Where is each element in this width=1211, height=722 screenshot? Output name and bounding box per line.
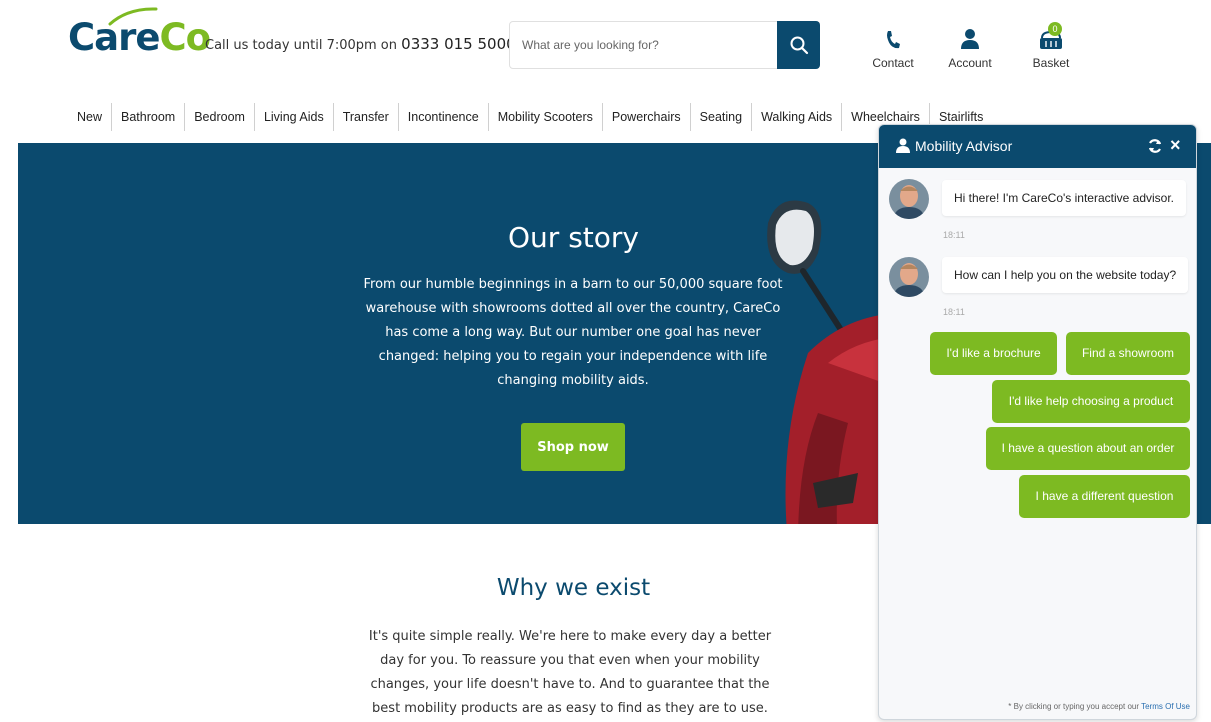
- close-icon[interactable]: ×: [1170, 135, 1181, 156]
- message-time: 18:11: [943, 230, 965, 240]
- phone-prefix: Call us today until 7:00pm on: [205, 38, 398, 53]
- search-box: [509, 21, 820, 69]
- basket-label: Basket: [1032, 56, 1070, 70]
- contact-link[interactable]: Contact: [868, 22, 918, 70]
- search-icon: [790, 36, 808, 55]
- nav-item-seating[interactable]: Seating: [689, 103, 751, 131]
- mobility-advisor-chat: Mobility Advisor × Hi there! I'm CareCo'…: [878, 124, 1197, 720]
- nav-item-bedroom[interactable]: Bedroom: [184, 103, 254, 131]
- nav-item-powerchairs[interactable]: Powerchairs: [601, 103, 690, 131]
- chat-title: Mobility Advisor: [915, 138, 1013, 154]
- search-button[interactable]: [777, 21, 820, 69]
- chat-message: Hi there! I'm CareCo's interactive advis…: [942, 180, 1186, 216]
- account-label: Account: [948, 56, 992, 70]
- advisor-avatar: [889, 179, 929, 219]
- phone-info: Call us today until 7:00pm on 0333 015 5…: [205, 35, 516, 53]
- refresh-icon[interactable]: [1147, 138, 1163, 154]
- nav-item-mobility-scooters[interactable]: Mobility Scooters: [487, 103, 602, 131]
- user-icon: [961, 29, 979, 49]
- nav-item-bathroom[interactable]: Bathroom: [111, 103, 184, 131]
- shop-now-button[interactable]: Shop now: [521, 423, 625, 471]
- main-nav: New Bathroom Bedroom Living Aids Transfe…: [68, 103, 992, 131]
- terms-text: * By clicking or typing you accept our: [1008, 702, 1140, 711]
- quick-reply-order-question[interactable]: I have a question about an order: [986, 427, 1190, 470]
- hero-text: From our humble beginnings in a barn to …: [363, 277, 783, 388]
- terms-link[interactable]: Terms Of Use: [1141, 702, 1190, 711]
- account-link[interactable]: Account: [943, 22, 997, 70]
- careco-logo[interactable]: CareCo: [68, 6, 211, 66]
- quick-reply-showroom[interactable]: Find a showroom: [1066, 332, 1190, 375]
- logo-text: CareCo: [68, 16, 211, 59]
- nav-item-incontinence[interactable]: Incontinence: [397, 103, 488, 131]
- contact-label: Contact: [872, 56, 914, 70]
- basket-count-badge: 0: [1048, 22, 1062, 36]
- phone-icon: [887, 31, 900, 49]
- site-header: CareCo Call us today until 7:00pm on 033…: [0, 0, 1211, 96]
- nav-item-new[interactable]: New: [68, 103, 111, 131]
- quick-reply-choose-product[interactable]: I'd like help choosing a product: [992, 380, 1190, 423]
- advisor-photo: [889, 257, 929, 297]
- chat-message: How can I help you on the website today?: [942, 257, 1189, 293]
- quick-reply-brochure[interactable]: I'd like a brochure: [930, 332, 1057, 375]
- nav-item-living-aids[interactable]: Living Aids: [253, 103, 333, 131]
- quick-reply-different-question[interactable]: I have a different question: [1019, 475, 1190, 518]
- message-time: 18:11: [943, 307, 965, 317]
- user-icon: [896, 138, 910, 153]
- advisor-avatar: [889, 257, 929, 297]
- phone-number[interactable]: 0333 015 5000: [401, 35, 516, 53]
- nav-item-walking-aids[interactable]: Walking Aids: [751, 103, 841, 131]
- chat-header: Mobility Advisor ×: [879, 125, 1196, 168]
- why-text: It's quite simple really. We're here to …: [368, 629, 772, 716]
- terms-notice: * By clicking or typing you accept our T…: [1008, 702, 1190, 711]
- search-input[interactable]: [522, 22, 772, 68]
- basket-link[interactable]: 0 Basket: [1026, 22, 1076, 70]
- nav-item-transfer[interactable]: Transfer: [332, 103, 398, 131]
- advisor-photo: [889, 179, 929, 219]
